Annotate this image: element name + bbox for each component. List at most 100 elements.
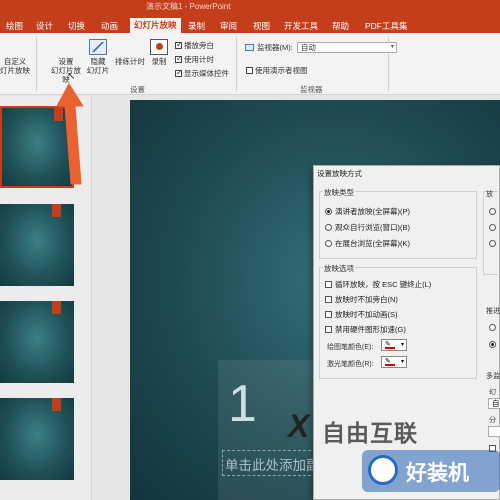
show-type-legend: 放映类型 — [323, 187, 355, 198]
watermark-badge: 好装机 — [362, 450, 500, 492]
thumbnail-tag — [52, 204, 61, 217]
color-swatch — [385, 364, 395, 366]
checkbox-box — [175, 68, 183, 77]
laser-color-button[interactable]: ✎ ▾ — [381, 356, 407, 368]
radio-presenter[interactable]: 演讲者放映(全屏幕)(P) — [325, 206, 410, 217]
advance-legend: 推进 — [486, 308, 500, 315]
checkbox-box — [246, 67, 253, 74]
laser-color-label: 激光笔颜色(R): — [327, 361, 374, 368]
custom-slideshow-button[interactable]: 自定义 灯片放映 — [0, 39, 154, 155]
badge-text: 好装机 — [406, 462, 469, 485]
show-slides-group — [483, 191, 500, 275]
rehearse-timings-label: 排练计时 — [115, 57, 145, 66]
use-timings-checkbox[interactable]: 使用计时 — [175, 54, 214, 65]
monitor-select-dialog[interactable]: 自 — [488, 398, 500, 409]
tab-record[interactable]: 录制 — [188, 20, 205, 32]
chevron-down-icon: ▾ — [390, 44, 394, 50]
radio-manual[interactable] — [489, 324, 499, 331]
select-value: 自 — [492, 399, 500, 408]
tab-review[interactable]: 审阅 — [220, 20, 237, 32]
radio-dot — [489, 341, 496, 348]
record-icon — [150, 39, 168, 55]
monitor-icon — [245, 44, 254, 51]
no-narration-checkbox[interactable]: 放映时不加旁白(N) — [325, 294, 398, 305]
pen-color-button[interactable]: ✎ ▾ — [381, 339, 407, 351]
radio-kiosk[interactable]: 在展台浏览(全屏幕)(K) — [325, 238, 410, 249]
monitor-value: 自动 — [300, 43, 316, 52]
presenter-view-checkbox[interactable]: 使用演示者视图 — [246, 65, 308, 76]
group-label-setup: 设置 — [130, 85, 145, 94]
checkbox-box — [325, 326, 332, 333]
radio-dot — [325, 224, 332, 231]
watermark-logo-icon: X — [288, 408, 310, 444]
resolution-label: 分 — [489, 417, 496, 424]
radio-label: 观众自行浏览(窗口)(B) — [335, 223, 410, 232]
separator — [236, 37, 237, 91]
thumbnail-tag — [52, 301, 61, 314]
radio-label: 在展台浏览(全屏幕)(K) — [335, 239, 410, 248]
checkbox-label: 放映时不加旁白(N) — [335, 295, 398, 304]
monitor-select[interactable]: 自动 ▾ — [296, 42, 397, 53]
checkbox-label: 循环放映，按 ESC 键终止(L) — [335, 280, 432, 289]
tab-transitions[interactable]: 切换 — [68, 20, 85, 32]
annotation-arrow-icon — [56, 83, 84, 185]
checkbox-label: 使用计时 — [184, 55, 214, 64]
pen-color-label: 绘图笔颜色(E): — [327, 344, 374, 351]
monitor-label: 监视器(M): — [257, 43, 293, 52]
multi-monitor-legend: 多监 — [486, 373, 500, 380]
no-animation-checkbox[interactable]: 放映时不加动画(S) — [325, 309, 398, 320]
resolution-select[interactable] — [488, 426, 500, 437]
record-label: 录制 — [151, 57, 167, 66]
mouse-cursor-icon: ↖ — [67, 71, 76, 82]
color-swatch — [385, 347, 395, 349]
radio-label: 演讲者放映(全屏幕)(P) — [335, 207, 410, 216]
checkbox-label: 播放旁白 — [184, 41, 214, 50]
radio-window[interactable]: 观众自行浏览(窗口)(B) — [325, 222, 410, 233]
show-options-legend: 放映选项 — [323, 263, 355, 274]
rehearse-timings-button[interactable]: 排练计时 — [114, 39, 269, 155]
title-bar: 演示文稿1 - PowerPoint — [0, 0, 500, 16]
play-narrations-checkbox[interactable]: 播放旁白 — [175, 40, 214, 51]
dialog-title: 设置放映方式 — [317, 169, 362, 178]
radio-dot — [489, 208, 496, 215]
badge-logo-icon — [368, 455, 398, 485]
show-media-controls-checkbox[interactable]: 显示媒体控件 — [175, 68, 229, 79]
radio-dot — [489, 240, 496, 247]
tab-slideshow[interactable]: 幻灯片放映 — [130, 18, 181, 34]
custom-slideshow-label: 自定义 灯片放映 — [0, 57, 30, 75]
tab-pdf-tools[interactable]: PDF工具集 — [365, 20, 408, 32]
show-slides-legend: 放 — [486, 191, 493, 198]
checkbox-label: 使用演示者视图 — [255, 66, 308, 75]
checkbox-box — [175, 40, 183, 49]
tab-design[interactable]: 设计 — [36, 20, 53, 32]
watermark-brand: 自由互联 — [322, 420, 418, 446]
slide-thumbnail[interactable] — [0, 398, 74, 480]
radio-custom[interactable] — [489, 240, 499, 247]
chevron-down-icon: ▾ — [400, 359, 404, 365]
tab-draw[interactable]: 绘图 — [6, 20, 23, 32]
radio-dot — [325, 240, 332, 247]
tab-developer[interactable]: 开发工具 — [284, 20, 318, 32]
radio-dot — [325, 208, 332, 215]
slide-thumbnail[interactable] — [0, 204, 74, 286]
slide-title-number[interactable]: 1 — [228, 374, 257, 434]
checkbox-label: 禁用硬件图形加速(G) — [335, 325, 406, 334]
radio-use-timings[interactable] — [489, 341, 499, 348]
tab-view[interactable]: 视图 — [253, 20, 270, 32]
radio-dot — [489, 324, 496, 331]
tab-help[interactable]: 帮助 — [332, 20, 349, 32]
radio-from-slide[interactable] — [489, 224, 499, 231]
checkbox-label: 显示媒体控件 — [184, 69, 229, 78]
disable-hw-accel-checkbox[interactable]: 禁用硬件图形加速(G) — [325, 324, 406, 335]
chevron-down-icon: ▾ — [400, 342, 404, 348]
radio-all-slides[interactable] — [489, 208, 499, 215]
record-button[interactable]: 录制 — [148, 39, 170, 66]
setup-slideshow-button[interactable]: 设置 幻灯片放映 — [48, 39, 205, 155]
radio-dot — [489, 224, 496, 231]
hide-slide-button[interactable]: 隐藏 幻灯片 — [84, 39, 112, 75]
ribbon-tabs: 绘图 设计 切换 动画 幻灯片放映 录制 审阅 视图 开发工具 帮助 PDF工具… — [0, 16, 500, 34]
slide-thumbnail[interactable] — [0, 301, 74, 383]
loop-checkbox[interactable]: 循环放映，按 ESC 键终止(L) — [325, 279, 431, 290]
separator — [36, 37, 37, 91]
tab-animations[interactable]: 动画 — [101, 20, 118, 32]
